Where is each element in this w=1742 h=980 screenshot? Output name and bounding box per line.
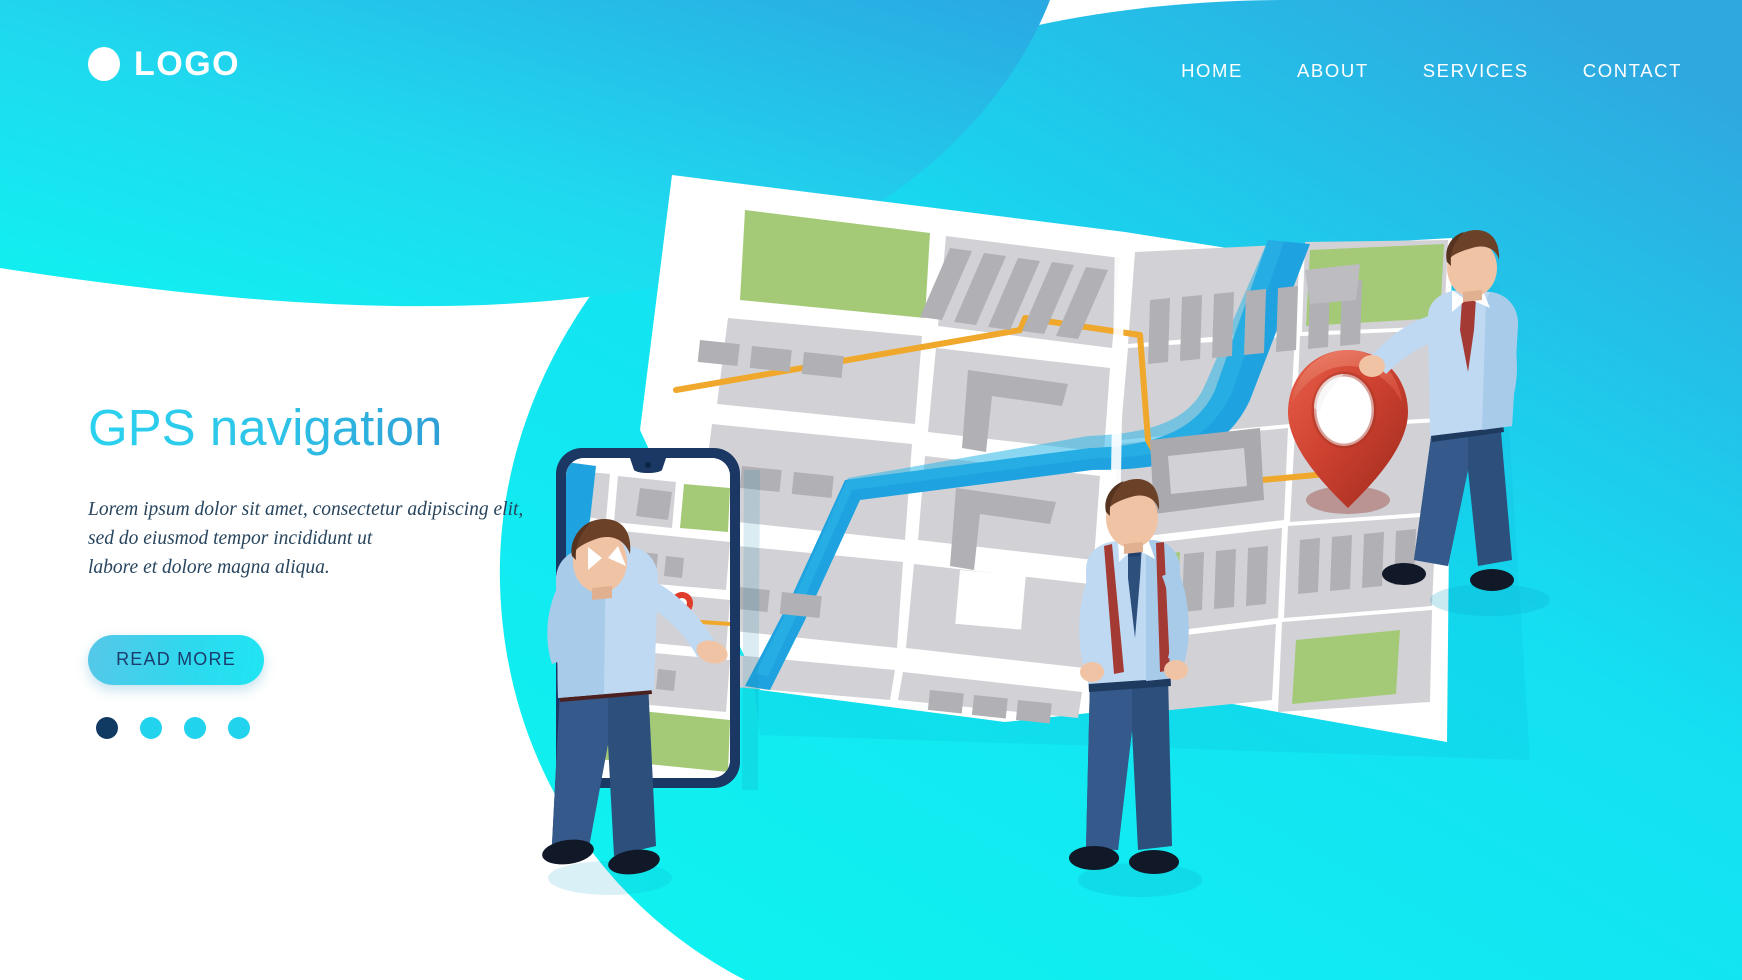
hand (1080, 662, 1104, 682)
main-navigation: HOME ABOUT SERVICES CONTACT (1181, 60, 1682, 82)
nav-item-contact[interactable]: CONTACT (1583, 60, 1682, 82)
nav-item-about[interactable]: ABOUT (1297, 60, 1369, 82)
circle-icon (88, 47, 120, 81)
hero-section: GPS navigation Lorem ipsum dolor sit ame… (88, 399, 558, 739)
page-title: GPS navigation (88, 399, 558, 456)
read-more-button[interactable]: READ MORE (88, 634, 264, 685)
shoe (1382, 563, 1426, 585)
hero-description-line-1: Lorem ipsum dolor sit amet, consectetur … (88, 499, 524, 521)
shoe (1470, 569, 1514, 591)
logo-text: LOGO (134, 45, 241, 83)
hero-description: Lorem ipsum dolor sit amet, consectetur … (88, 496, 558, 583)
carousel-dots (88, 716, 558, 739)
hero-description-line-2: sed do eiusmod tempor incididunt ut (88, 527, 373, 549)
map-park (1292, 630, 1400, 704)
carousel-dot-2[interactable] (140, 716, 162, 739)
shoe (1069, 846, 1119, 870)
nav-item-home[interactable]: HOME (1181, 60, 1243, 82)
landing-page: LOGO HOME ABOUT SERVICES CONTACT GPS nav… (0, 0, 1742, 980)
carousel-dot-4[interactable] (228, 716, 250, 739)
hand (1164, 660, 1188, 680)
page-header: LOGO HOME ABOUT SERVICES CONTACT (0, 0, 1742, 150)
carousel-dot-1[interactable] (96, 716, 118, 739)
hand (1359, 355, 1385, 377)
logo[interactable]: LOGO (88, 47, 240, 81)
hero-description-line-3: labore et dolore magna aliqua. (88, 556, 330, 578)
map-highlight-block (955, 570, 1026, 630)
shoe (1129, 850, 1179, 874)
carousel-dot-3[interactable] (184, 716, 206, 739)
nav-item-services[interactable]: SERVICES (1423, 60, 1529, 82)
